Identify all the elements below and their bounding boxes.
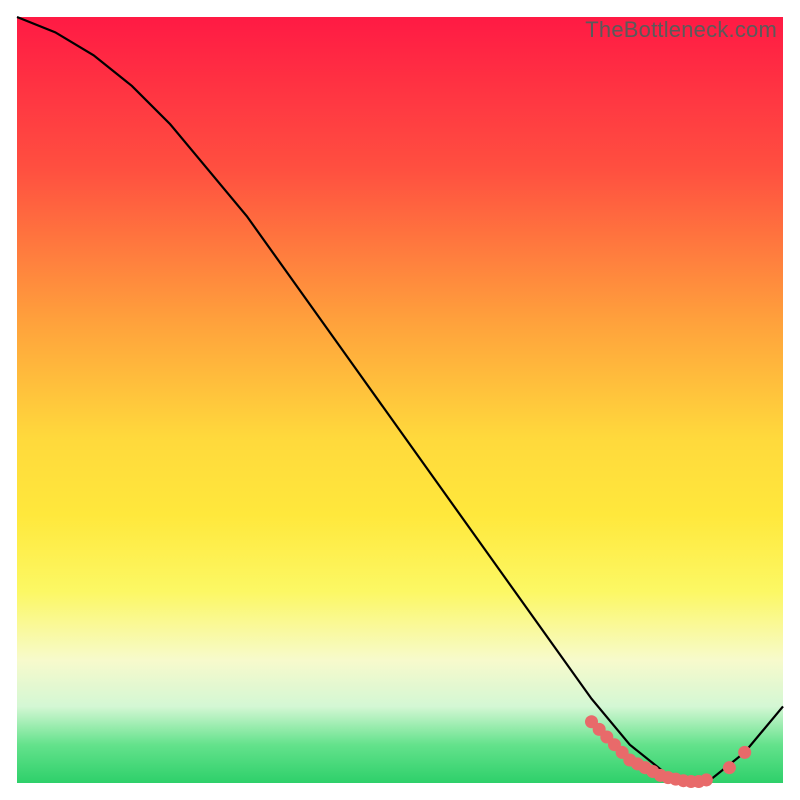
marker-point [700, 773, 713, 786]
marker-point [738, 746, 751, 759]
chart-container: TheBottleneck.com [0, 0, 800, 800]
markers-group [585, 715, 751, 788]
plot-area: TheBottleneck.com [17, 17, 783, 783]
chart-svg [17, 17, 783, 783]
marker-point [723, 761, 736, 774]
curve-path [17, 17, 783, 783]
